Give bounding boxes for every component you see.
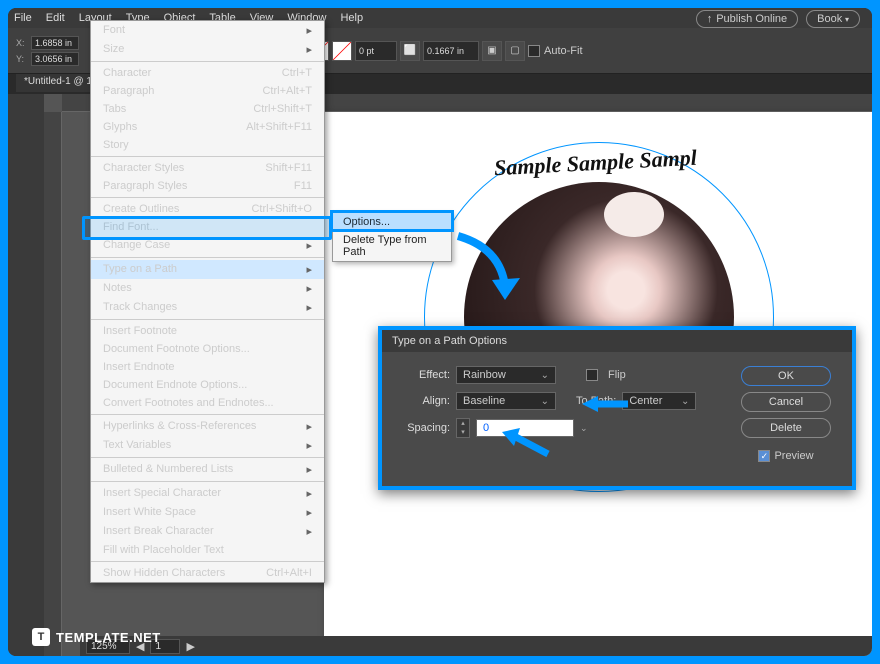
watermark-icon: T	[32, 628, 50, 646]
publish-online-button[interactable]: ↑Publish Online	[696, 10, 798, 28]
align-label: Align:	[396, 395, 450, 407]
menu-item-create-outlines[interactable]: Create OutlinesCtrl+Shift+O	[91, 200, 324, 218]
topath-select[interactable]: Center	[622, 392, 696, 410]
watermark: T TEMPLATE.NET	[32, 628, 161, 646]
fit-icon[interactable]: ▣	[482, 41, 502, 61]
menu-item-insert-special-char[interactable]: Insert Special Character	[91, 484, 324, 503]
menu-item-type-on-path[interactable]: Type on a Path	[91, 260, 324, 279]
menu-item-bulleted-lists[interactable]: Bulleted & Numbered Lists	[91, 460, 324, 479]
y-label: Y:	[16, 54, 28, 64]
flip-checkbox[interactable]	[586, 369, 598, 381]
menu-item-doc-endnote-options[interactable]: Document Endnote Options...	[91, 376, 324, 394]
type-menu-dropdown: Font Size CharacterCtrl+T ParagraphCtrl+…	[90, 20, 325, 583]
submenu-delete: Delete Type from Path	[333, 231, 451, 261]
annotation-arrow-spacing	[500, 428, 550, 458]
menu-item-size[interactable]: Size	[91, 40, 324, 59]
menu-item-hyperlinks[interactable]: Hyperlinks & Cross-References	[91, 417, 324, 436]
stroke-weight-field[interactable]	[355, 41, 397, 61]
x-field[interactable]	[31, 36, 79, 50]
highlight-options	[330, 210, 454, 232]
spacing-label: Spacing:	[396, 422, 450, 434]
menu-item-insert-endnote: Insert Endnote	[91, 358, 324, 376]
menu-item-track-changes[interactable]: Track Changes	[91, 298, 324, 317]
menu-file[interactable]: File	[14, 12, 32, 24]
spacing-stepper[interactable]: ▴▾	[456, 418, 470, 438]
top-right-controls: ↑Publish Online Book ▾	[696, 10, 860, 28]
delete-button[interactable]: Delete	[741, 418, 831, 438]
menu-item-notes[interactable]: Notes	[91, 279, 324, 298]
tool-sidebar[interactable]	[8, 94, 44, 656]
menu-item-show-hidden[interactable]: Show Hidden CharactersCtrl+Alt+I	[91, 564, 324, 582]
dialog-title: Type on a Path Options	[382, 330, 852, 352]
stroke-none-icon[interactable]	[332, 41, 352, 61]
ok-button[interactable]: OK	[741, 366, 831, 386]
status-bar: ◀ ▶	[80, 636, 872, 656]
menu-item-story[interactable]: Story	[91, 136, 324, 154]
book-dropdown[interactable]: Book ▾	[806, 10, 860, 28]
menu-item-change-case[interactable]: Change Case	[91, 236, 324, 255]
fit2-icon[interactable]: ▢	[505, 41, 525, 61]
preview-label: Preview	[774, 450, 813, 462]
cancel-button[interactable]: Cancel	[741, 392, 831, 412]
effect-select[interactable]: Rainbow	[456, 366, 556, 384]
menu-edit[interactable]: Edit	[46, 12, 65, 24]
menu-item-doc-footnote-options[interactable]: Document Footnote Options...	[91, 340, 324, 358]
menu-item-insert-footnote: Insert Footnote	[91, 322, 324, 340]
menu-item-fill-placeholder[interactable]: Fill with Placeholder Text	[91, 541, 324, 559]
flip-label: Flip	[608, 369, 626, 381]
menu-item-insert-break[interactable]: Insert Break Character	[91, 522, 324, 541]
align-select[interactable]: Baseline	[456, 392, 556, 410]
watermark-text: TEMPLATE.NET	[56, 630, 161, 645]
x-label: X:	[16, 38, 28, 48]
menu-item-glyphs[interactable]: GlyphsAlt+Shift+F11	[91, 118, 324, 136]
annotation-arrow-curve	[450, 228, 530, 311]
menu-item-insert-whitespace[interactable]: Insert White Space	[91, 503, 324, 522]
menu-item-tabs[interactable]: TabsCtrl+Shift+T	[91, 100, 324, 118]
menu-item-character-styles[interactable]: Character StylesShift+F11	[91, 159, 324, 177]
vertical-ruler[interactable]	[44, 112, 62, 656]
preview-checkbox[interactable]	[758, 450, 770, 462]
corner-size-field[interactable]	[423, 41, 479, 61]
page-nav-next[interactable]: ▶	[186, 640, 194, 653]
annotation-arrow-align	[580, 394, 630, 414]
menu-item-find-font[interactable]: Find Font...	[91, 218, 324, 236]
y-field[interactable]	[31, 52, 79, 66]
menu-item-character[interactable]: CharacterCtrl+T	[91, 64, 324, 82]
effect-label: Effect:	[396, 369, 450, 381]
menu-item-paragraph[interactable]: ParagraphCtrl+Alt+T	[91, 82, 324, 100]
menu-item-text-variables[interactable]: Text Variables	[91, 436, 324, 455]
menu-help[interactable]: Help	[340, 12, 363, 24]
corner-icon[interactable]: ⬜	[400, 41, 420, 61]
menu-item-paragraph-styles[interactable]: Paragraph StylesF11	[91, 177, 324, 195]
autofit-checkbox[interactable]	[528, 45, 540, 57]
menu-item-font[interactable]: Font	[91, 21, 324, 40]
menu-item-convert-notes[interactable]: Convert Footnotes and Endnotes...	[91, 394, 324, 412]
